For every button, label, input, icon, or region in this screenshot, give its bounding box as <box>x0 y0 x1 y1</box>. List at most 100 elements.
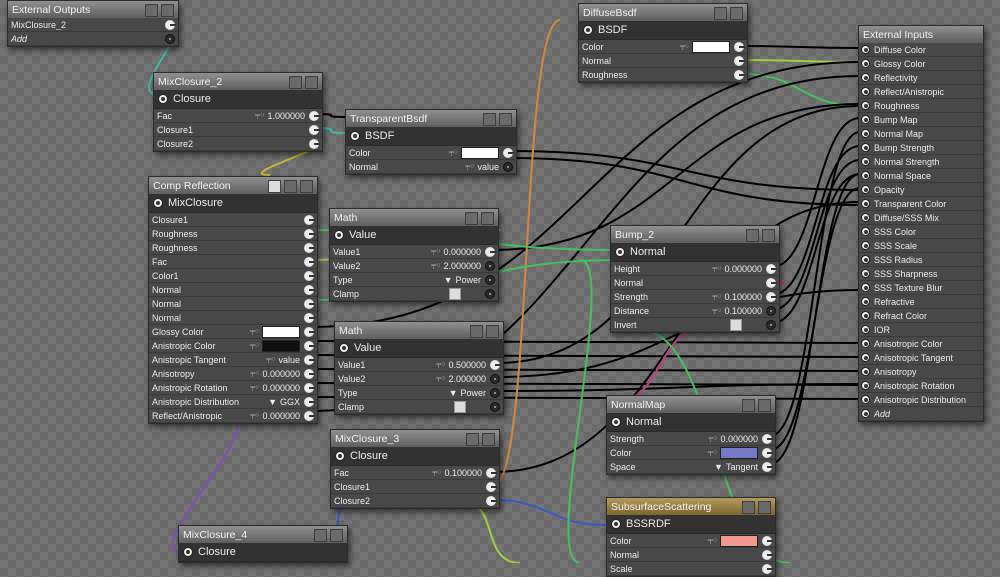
preview-icon[interactable] <box>300 180 313 193</box>
param-value[interactable]: 0.000000 <box>262 369 300 379</box>
node-math-2[interactable]: Math Value Value1 ╤○ 0.500000 Value2 ╤○ 2.00000… <box>334 321 504 415</box>
preview-icon[interactable] <box>499 113 512 126</box>
color-swatch[interactable] <box>720 446 758 459</box>
output-socket-icon[interactable] <box>183 547 193 557</box>
node-external-inputs[interactable]: External Inputs Diffuse Color Glossy Color… <box>858 25 984 422</box>
input-socket-icon[interactable] <box>762 535 773 546</box>
input-socket-icon[interactable] <box>304 242 315 253</box>
key-icon[interactable]: ╤○ <box>436 361 445 368</box>
external-input-item[interactable]: Bump Map <box>859 113 983 127</box>
collapse-icon[interactable] <box>289 76 302 89</box>
external-input-item[interactable]: Anisotropic Tangent <box>859 351 983 365</box>
input-socket-icon[interactable] <box>490 373 500 384</box>
key-icon[interactable]: ╤○ <box>266 356 275 363</box>
node-header[interactable]: NormalMap <box>607 396 775 413</box>
input-socket-icon[interactable] <box>304 284 315 295</box>
param-value[interactable]: 0.100000 <box>724 306 762 316</box>
node-header[interactable]: DiffuseBsdf <box>579 4 747 21</box>
preview-icon[interactable] <box>762 229 775 242</box>
socket-icon[interactable] <box>861 199 870 208</box>
param-value[interactable]: value <box>477 162 499 172</box>
node-header[interactable]: Bump_2 <box>611 226 779 243</box>
socket-icon[interactable] <box>861 269 870 278</box>
node-mixclosure-3[interactable]: MixClosure_3 Closure Fac ╤○ 0.100000 Closure1… <box>330 429 500 509</box>
input-socket-icon[interactable] <box>766 291 777 302</box>
preview-icon[interactable] <box>161 4 174 17</box>
socket-icon[interactable] <box>861 255 870 264</box>
param-value[interactable]: 0.000000 <box>720 434 758 444</box>
input-socket-icon[interactable] <box>762 563 773 574</box>
socket-icon[interactable] <box>861 157 870 166</box>
input-socket-icon[interactable] <box>309 138 320 149</box>
node-mixclosure-4[interactable]: MixClosure_4 Closure <box>178 525 348 563</box>
input-socket-icon[interactable] <box>503 161 513 172</box>
key-icon[interactable]: ╤○ <box>680 43 689 50</box>
input-socket-icon[interactable] <box>304 312 315 323</box>
external-input-item[interactable]: Anisotropy <box>859 365 983 379</box>
preview-icon[interactable] <box>481 212 494 225</box>
external-input-item[interactable]: Refract Color <box>859 309 983 323</box>
key-icon[interactable]: ╤○ <box>465 163 474 170</box>
external-input-item[interactable]: Roughness <box>859 99 983 113</box>
collapse-icon[interactable] <box>742 399 755 412</box>
input-socket-icon[interactable] <box>490 401 500 412</box>
external-input-item[interactable]: Normal Map <box>859 127 983 141</box>
input-socket-icon[interactable] <box>304 396 315 407</box>
param-value[interactable]: 0.000000 <box>262 411 300 421</box>
external-input-item[interactable]: Normal Strength <box>859 155 983 169</box>
socket-icon[interactable] <box>861 283 870 292</box>
external-input-item[interactable]: Opacity <box>859 183 983 197</box>
input-socket-icon[interactable] <box>486 481 497 492</box>
external-input-item[interactable]: SSS Color <box>859 225 983 239</box>
node-bump-2[interactable]: Bump_2 Normal Height ╤○ 0.000000 Normal Streng… <box>610 225 780 333</box>
collapse-icon[interactable] <box>746 229 759 242</box>
key-icon[interactable]: ╤○ <box>250 384 259 391</box>
input-socket-icon[interactable] <box>485 246 496 257</box>
node-external-outputs[interactable]: External Outputs MixClosure_2 Add <box>7 0 179 47</box>
input-socket-icon[interactable] <box>304 270 315 281</box>
node-header[interactable]: TransparentBsdf <box>346 110 516 127</box>
param-value[interactable]: 0.100000 <box>444 468 482 478</box>
output-socket-icon[interactable] <box>339 343 349 353</box>
node-header[interactable]: Comp Reflection <box>149 177 317 194</box>
preview-icon[interactable] <box>305 76 318 89</box>
socket-icon[interactable] <box>861 241 870 250</box>
socket-icon[interactable] <box>861 311 870 320</box>
node-diffuse-bsdf[interactable]: DiffuseBsdf BSDF Color ╤○ Normal Roughness <box>578 3 748 83</box>
input-socket-icon[interactable] <box>485 260 495 271</box>
preview-icon[interactable] <box>730 7 743 20</box>
input-socket-icon[interactable] <box>486 495 497 506</box>
key-icon[interactable]: ╤○ <box>712 265 721 272</box>
collapse-icon[interactable] <box>465 212 478 225</box>
add-input-item[interactable]: Add <box>859 407 983 421</box>
collapse-icon[interactable] <box>714 7 727 20</box>
collapse-icon[interactable] <box>145 4 158 17</box>
node-comp-reflection[interactable]: Comp Reflection MixClosure Closure1 Roughne… <box>148 176 318 424</box>
external-input-item[interactable]: SSS Texture Blur <box>859 281 983 295</box>
node-math-1[interactable]: Math Value Value1 ╤○ 0.000000 Value2 ╤○ 2.00000… <box>329 208 499 302</box>
output-socket-icon[interactable] <box>611 519 621 529</box>
dropdown-value[interactable]: Tangent <box>726 462 758 472</box>
node-header[interactable]: SubsurfaceScattering <box>607 498 775 515</box>
node-subsurface-scattering[interactable]: SubsurfaceScattering BSSRDF Color ╤○ Normal S… <box>606 497 776 577</box>
input-socket-icon[interactable] <box>734 69 745 80</box>
input-socket-icon[interactable] <box>486 467 497 478</box>
param-value[interactable]: 2.000000 <box>448 374 486 384</box>
preview-icon[interactable] <box>758 501 771 514</box>
socket-icon[interactable] <box>861 297 870 306</box>
dropdown-value[interactable]: Power <box>460 388 486 398</box>
node-header[interactable]: External Outputs <box>8 1 178 18</box>
param-value[interactable]: 0.500000 <box>448 360 486 370</box>
input-socket-icon[interactable] <box>766 277 777 288</box>
output-socket-icon[interactable] <box>334 230 344 240</box>
input-socket-icon[interactable] <box>762 447 773 458</box>
output-socket-icon[interactable] <box>335 451 345 461</box>
input-socket-icon[interactable] <box>766 319 776 330</box>
external-input-item[interactable]: Diffuse/SSS Mix <box>859 211 983 225</box>
socket-icon[interactable] <box>861 395 870 404</box>
socket-icon[interactable] <box>861 45 870 54</box>
external-input-item[interactable]: Diffuse Color <box>859 43 983 57</box>
input-socket-icon[interactable] <box>304 382 315 393</box>
node-header[interactable]: External Inputs <box>859 26 983 43</box>
node-header[interactable]: MixClosure_3 <box>331 430 499 447</box>
